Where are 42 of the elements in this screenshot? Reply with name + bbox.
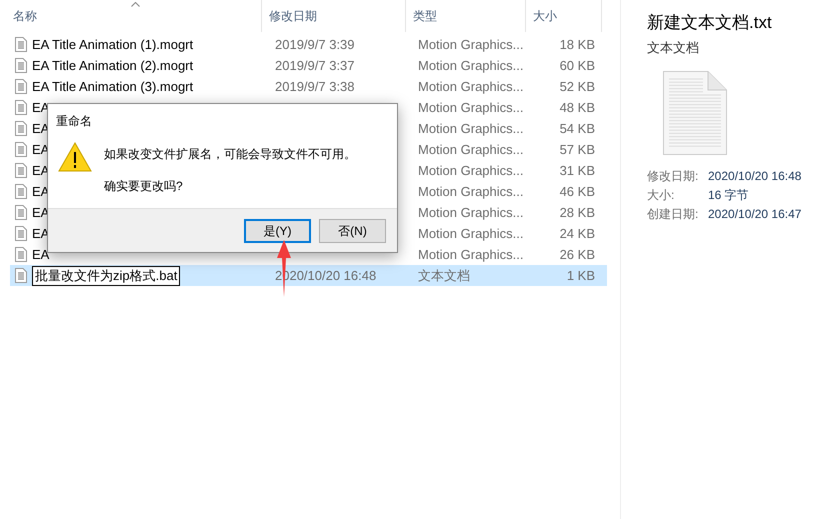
file-size: 18 KB	[560, 36, 595, 54]
property-value: 2020/10/20 16:48	[708, 168, 802, 185]
file-type: 文本文档	[418, 268, 470, 283]
property-label: 大小:	[647, 187, 676, 204]
file-size: 52 KB	[560, 78, 595, 96]
file-size: 26 KB	[560, 246, 595, 264]
file-name: EA Title Animation (2).mogrt	[32, 56, 194, 75]
file-size: 57 KB	[560, 140, 595, 159]
dialog-title: 重命名	[55, 113, 93, 130]
file-size: 54 KB	[560, 120, 595, 138]
file-type: Motion Graphics...	[418, 78, 524, 94]
file-date: 2019/9/7 3:38	[275, 78, 355, 94]
file-name: EA Title Animation (3).mogrt	[32, 78, 194, 96]
file-name: EA	[32, 246, 50, 264]
file-size: 28 KB	[560, 204, 595, 222]
file-type: Motion Graphics...	[418, 204, 524, 220]
file-type: Motion Graphics...	[418, 142, 524, 157]
file-type: Motion Graphics...	[418, 226, 524, 241]
file-type: Motion Graphics...	[418, 100, 524, 115]
details-title: 新建文本文档.txt	[647, 12, 773, 34]
file-date: 2019/9/7 3:37	[275, 58, 355, 73]
confirm-question: 确实要更改吗?	[104, 178, 184, 195]
file-date: 2019/9/7 3:39	[275, 36, 355, 52]
property-value: 2020/10/20 16:47	[708, 206, 802, 223]
property-value: 16 字节	[708, 187, 750, 204]
file-name: EA Title Animation (1).mogrt	[32, 36, 194, 54]
file-size: 31 KB	[560, 162, 595, 180]
file-size: 60 KB	[560, 56, 595, 75]
file-type: Motion Graphics...	[418, 36, 524, 52]
property-label: 修改日期:	[647, 168, 700, 185]
property-label: 创建日期:	[647, 206, 700, 223]
warning-message: 如果改变文件扩展名，可能会导致文件不可用。	[104, 146, 356, 163]
file-type: Motion Graphics...	[418, 184, 524, 199]
file-type: Motion Graphics...	[418, 120, 524, 136]
file-size: 46 KB	[560, 182, 595, 201]
file-size: 1 KB	[566, 266, 595, 285]
file-size: 24 KB	[560, 224, 595, 243]
file-size: 48 KB	[560, 98, 595, 117]
file-type: Motion Graphics...	[418, 162, 524, 178]
file-type: Motion Graphics...	[418, 58, 524, 73]
file-type: Motion Graphics...	[418, 246, 524, 262]
details-subtitle: 文本文档	[647, 38, 700, 56]
